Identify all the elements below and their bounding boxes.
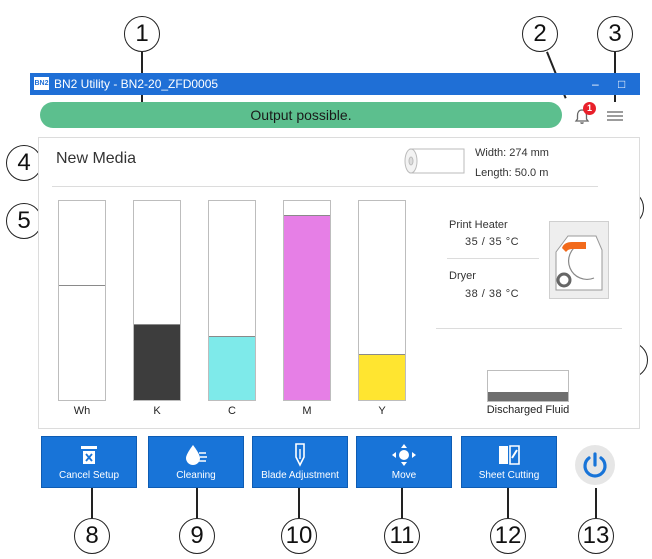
media-roll — [404, 148, 466, 174]
status-message: Output possible. — [40, 102, 562, 128]
menu-button[interactable] — [604, 107, 626, 125]
sheet-cutting-label: Sheet Cutting — [478, 470, 540, 481]
ink-label-y: Y — [378, 405, 386, 417]
ink-tank-y — [358, 200, 406, 401]
blade-icon — [295, 443, 305, 467]
media-length: Length: 50.0 m — [475, 167, 549, 179]
callout-10: 10 — [281, 518, 317, 554]
sheet-cutting-icon — [499, 445, 520, 465]
move-icon — [392, 444, 416, 466]
callout-11: 11 — [384, 518, 420, 554]
ink-label-m: M — [302, 405, 312, 417]
media-roll-icon — [404, 148, 465, 174]
ink-level-wh — [59, 284, 105, 400]
discharged-fluid-tank — [487, 370, 569, 402]
fluid-separator — [436, 328, 622, 329]
print-heater-label: Print Heater — [449, 219, 508, 231]
media-width: Width: 274 mm — [475, 147, 549, 159]
leader-13 — [595, 488, 597, 518]
cleaning-label: Cleaning — [176, 470, 216, 481]
callout-1: 1 — [124, 16, 160, 52]
callout-12: 12 — [490, 518, 526, 554]
menu-icon — [607, 111, 623, 121]
cancel-setup-icon — [81, 446, 97, 464]
cleaning-button[interactable]: Cleaning — [148, 436, 244, 488]
callout-13: 13 — [578, 518, 614, 554]
window-titlebar: BN2 BN2 Utility - BN2-20_ZFD0005 – □ — [30, 73, 640, 95]
power-icon — [583, 452, 607, 478]
discharged-fluid-label: Discharged Fluid — [486, 404, 570, 416]
sheet-cutting-button[interactable]: Sheet Cutting — [461, 436, 557, 488]
leader-12 — [507, 488, 509, 518]
ink-label-k: K — [153, 405, 161, 417]
dryer-value: 38 / 38 °C — [465, 288, 520, 300]
media-name: New Media — [56, 150, 137, 167]
discharged-fluid-level — [488, 392, 568, 401]
notification-badge: 1 — [583, 102, 596, 115]
ink-label-wh: Wh — [73, 405, 91, 417]
window-title: BN2 Utility - BN2-20_ZFD0005 — [54, 77, 219, 91]
cancel-setup-button[interactable]: Cancel Setup — [41, 436, 137, 488]
ink-level-c — [209, 336, 255, 400]
cancel-setup-label: Cancel Setup — [58, 470, 120, 481]
media-separator — [52, 186, 598, 187]
blade-adjustment-label: Blade Adjustment — [261, 470, 339, 481]
ink-level-m — [284, 214, 330, 400]
ink-tank-c — [208, 200, 256, 401]
print-heater-value: 35 / 35 °C — [465, 236, 520, 248]
callout-9: 9 — [179, 518, 215, 554]
callout-2: 2 — [522, 16, 558, 52]
heater-status — [549, 221, 609, 299]
blade-adjustment-button[interactable]: Blade Adjustment — [252, 436, 348, 488]
leader-9 — [196, 488, 198, 518]
ink-tank-wh — [58, 200, 106, 401]
callout-3: 3 — [597, 16, 633, 52]
callout-8: 8 — [74, 518, 110, 554]
dryer-label: Dryer — [449, 270, 476, 282]
heater-separator — [447, 258, 539, 259]
ink-level-y — [359, 354, 405, 400]
ink-level-k — [134, 324, 180, 400]
ink-label-c: C — [228, 405, 236, 417]
ink-tank-m — [283, 200, 331, 401]
move-label: Move — [391, 470, 417, 481]
cleaning-icon — [186, 445, 207, 465]
app-icon: BN2 — [34, 77, 49, 90]
minimize-button[interactable]: – — [592, 73, 599, 95]
callout-4: 4 — [6, 145, 42, 181]
maximize-button[interactable]: □ — [618, 73, 625, 95]
power-button[interactable] — [575, 445, 615, 485]
move-button[interactable]: Move — [356, 436, 452, 488]
leader-11 — [401, 488, 403, 518]
notification-button[interactable]: 1 — [570, 102, 596, 128]
callout-5: 5 — [6, 203, 42, 239]
ink-tank-k — [133, 200, 181, 401]
leader-8 — [91, 488, 93, 518]
leader-10 — [298, 488, 300, 518]
heater-icon — [555, 235, 603, 291]
